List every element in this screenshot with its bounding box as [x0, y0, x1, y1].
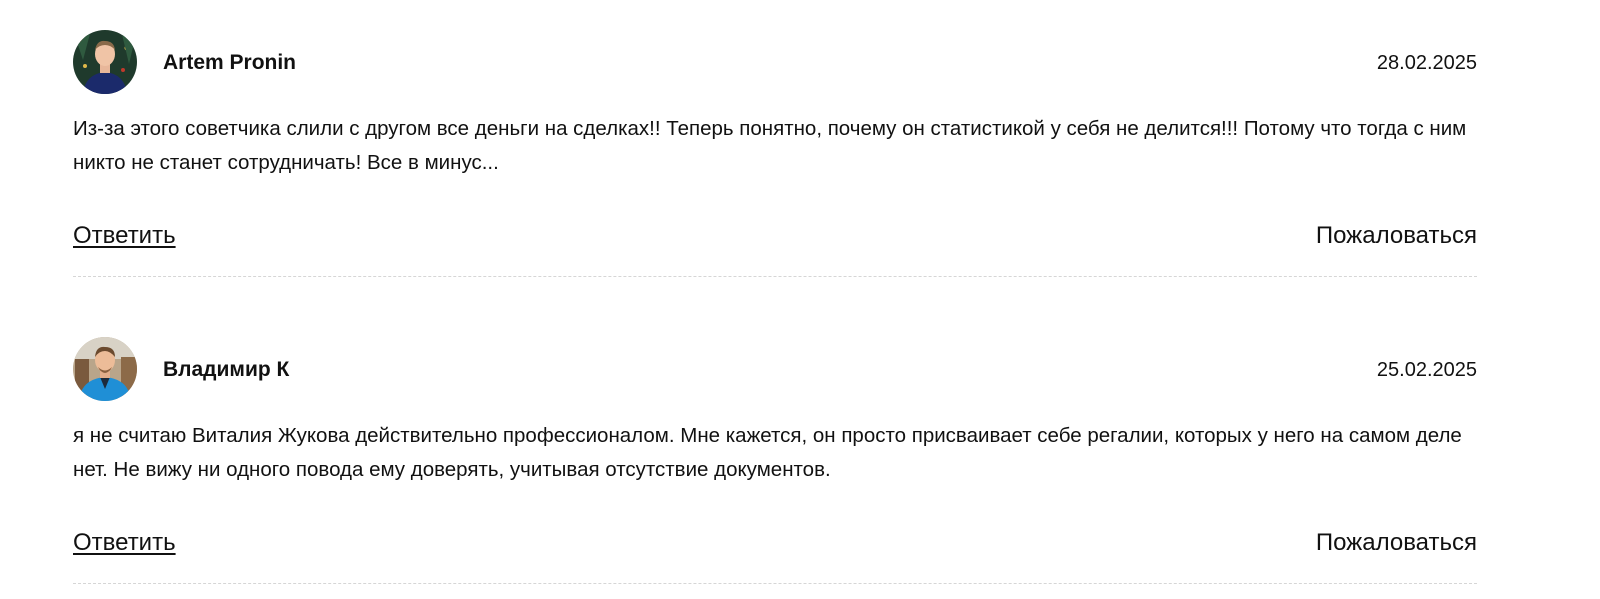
avatar-photo-icon — [73, 30, 137, 94]
avatar-photo-icon — [73, 337, 137, 401]
comment-header: Artem Pronin 28.02.2025 — [73, 30, 1477, 94]
complain-link[interactable]: Пожаловаться — [1316, 222, 1477, 250]
comments-section: Artem Pronin 28.02.2025 Из-за этого сове… — [0, 0, 1600, 599]
reply-link[interactable]: Ответить — [73, 529, 176, 557]
comment-item: Владимир К 25.02.2025 я не считаю Витали… — [73, 337, 1477, 584]
comment-date: 28.02.2025 — [1376, 52, 1477, 74]
comment-header: Владимир К 25.02.2025 — [73, 337, 1477, 401]
comment-date: 25.02.2025 — [1376, 359, 1477, 381]
reply-link[interactable]: Ответить — [73, 222, 176, 250]
comment-item: Artem Pronin 28.02.2025 Из-за этого сове… — [73, 30, 1477, 277]
comment-text: Из-за этого советчика слили с другом все… — [73, 117, 1467, 174]
comment-text: я не считаю Виталия Жукова действительно… — [73, 424, 1462, 481]
user-avatar[interactable] — [73, 337, 137, 401]
comment-author: Владимир К — [163, 358, 290, 381]
user-avatar[interactable] — [73, 30, 137, 94]
comment-author: Artem Pronin — [163, 51, 297, 74]
complain-link[interactable]: Пожаловаться — [1316, 529, 1477, 557]
